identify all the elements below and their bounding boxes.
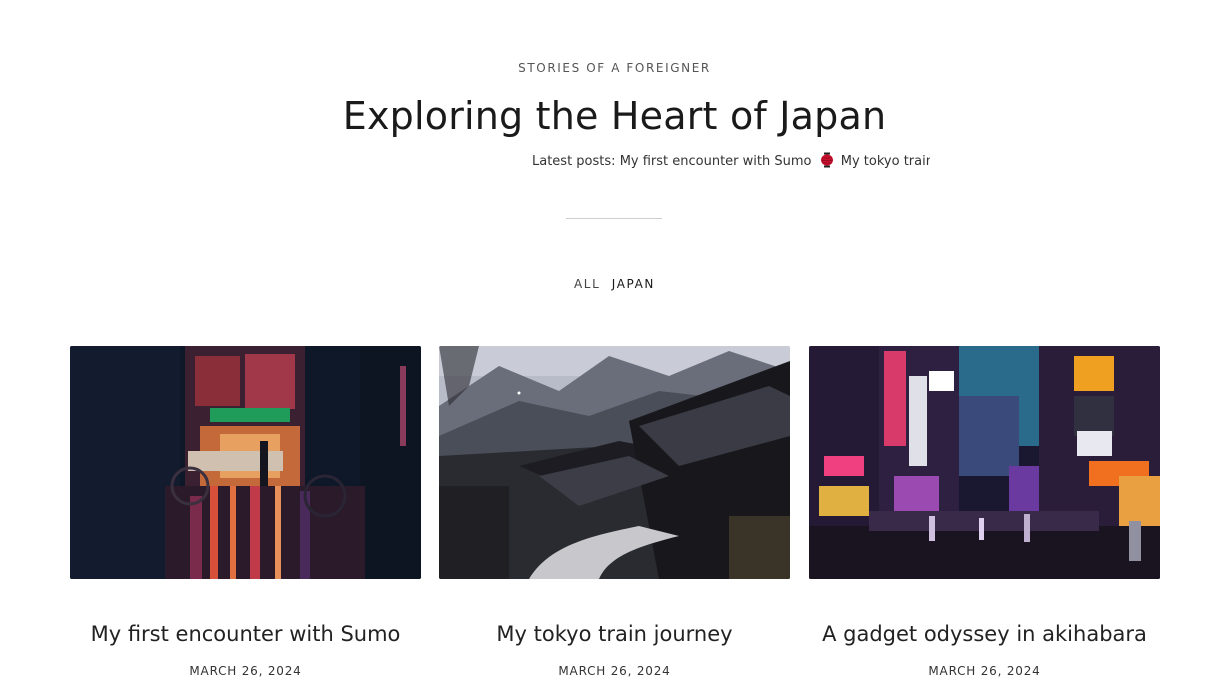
post-title[interactable]: A gadget odyssey in akihabara xyxy=(809,622,1160,646)
post-thumbnail[interactable] xyxy=(439,346,790,579)
post-thumbnail[interactable] xyxy=(809,346,1160,579)
post-title[interactable]: My first encounter with Sumo xyxy=(70,622,421,646)
header-divider xyxy=(566,218,662,219)
ticker-prefix: Latest posts: xyxy=(532,154,616,169)
post-card[interactable]: My tokyo train journey MARCH 26, 2024 xyxy=(439,346,790,678)
post-card[interactable]: A gadget odyssey in akihabara MARCH 26, … xyxy=(809,346,1160,678)
category-filters: ALL JAPAN xyxy=(0,277,1229,291)
post-thumbnail[interactable] xyxy=(70,346,421,579)
post-card[interactable]: My first encounter with Sumo MARCH 26, 2… xyxy=(70,346,421,678)
post-title[interactable]: My tokyo train journey xyxy=(439,622,790,646)
latest-posts-ticker: Latest posts: My first encounter with Su… xyxy=(532,152,930,170)
mountain-village-image xyxy=(439,346,790,579)
ticker-post-link[interactable]: My tokyo train jou xyxy=(841,154,930,169)
rainy-neon-street-image xyxy=(70,346,421,579)
post-date: MARCH 26, 2024 xyxy=(928,664,1041,678)
site-eyebrow: STORIES OF A FOREIGNER xyxy=(518,61,711,75)
ticker-post-link[interactable]: My first encounter with Sumo xyxy=(620,154,812,169)
post-date: MARCH 26, 2024 xyxy=(558,664,671,678)
site-title[interactable]: Exploring the Heart of Japan xyxy=(0,94,1229,138)
filter-japan[interactable]: JAPAN xyxy=(612,277,655,291)
filter-all[interactable]: ALL xyxy=(574,277,600,291)
red-lantern-icon xyxy=(820,152,833,168)
akihabara-street-image xyxy=(809,346,1160,579)
post-date: MARCH 26, 2024 xyxy=(189,664,302,678)
